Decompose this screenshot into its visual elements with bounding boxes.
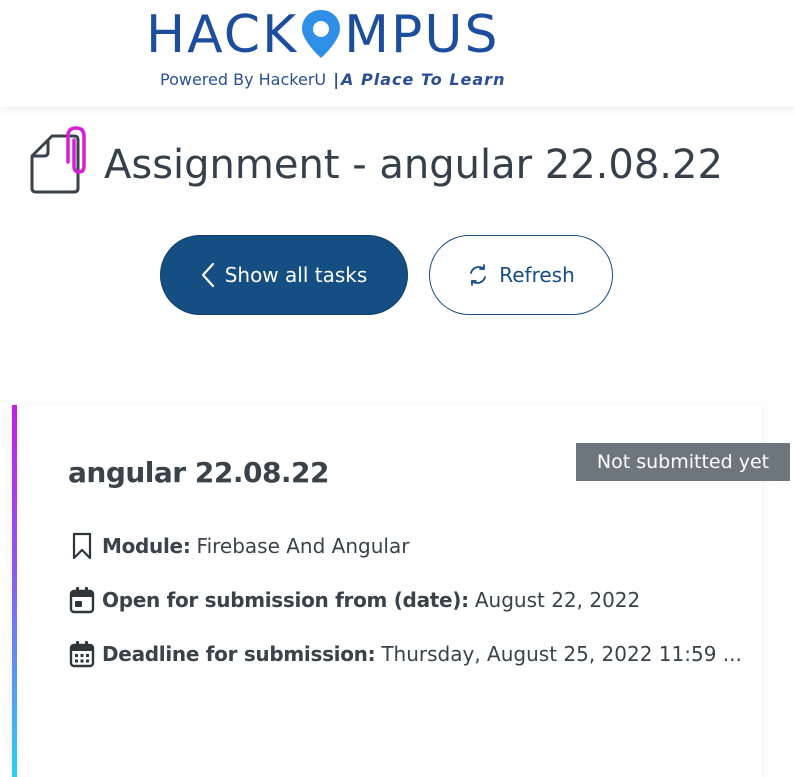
bookmark-icon — [68, 531, 96, 561]
card-accent-bar — [12, 405, 17, 777]
calendar-event-icon — [68, 585, 96, 615]
show-all-tasks-button[interactable]: Show all tasks — [160, 235, 408, 315]
document-paperclip-icon — [30, 126, 86, 194]
logo-tagline: Powered By HackerU | A Place To Learn — [160, 70, 506, 89]
open-date-label: Open for submission from (date): — [102, 588, 469, 612]
location-pin-icon — [302, 10, 341, 58]
logo-text-left: HACK — [146, 5, 299, 65]
hackompus-logo[interactable]: HACK MPUS Powered By HackerU | A Place To… — [146, 6, 538, 98]
open-date-value: August 22, 2022 — [474, 588, 641, 612]
logo-text-right: MPUS — [344, 5, 500, 65]
refresh-button[interactable]: Refresh — [429, 235, 613, 315]
module-value: Firebase And Angular — [196, 534, 410, 558]
module-row: Module: Firebase And Angular — [68, 531, 409, 561]
show-all-tasks-label: Show all tasks — [224, 263, 368, 287]
site-header: HACK MPUS Powered By HackerU | A Place To… — [0, 0, 795, 107]
deadline-row: Deadline for submission: Thursday, Augus… — [68, 639, 742, 669]
refresh-icon — [470, 264, 487, 286]
calendar-grid-icon — [68, 639, 96, 669]
open-date-row: Open for submission from (date): August … — [68, 585, 640, 615]
deadline-label: Deadline for submission: — [102, 642, 376, 666]
deadline-value: Thursday, August 25, 2022 11:59 ... — [381, 642, 742, 666]
refresh-label: Refresh — [499, 263, 575, 287]
task-title: angular 22.08.22 — [68, 456, 330, 489]
page-title: Assignment - angular 22.08.22 — [104, 142, 723, 188]
logo-wordmark: HACK MPUS — [146, 6, 499, 64]
status-badge: Not submitted yet — [576, 443, 790, 481]
module-label: Module: — [102, 534, 191, 558]
chevron-left-icon — [201, 262, 214, 288]
